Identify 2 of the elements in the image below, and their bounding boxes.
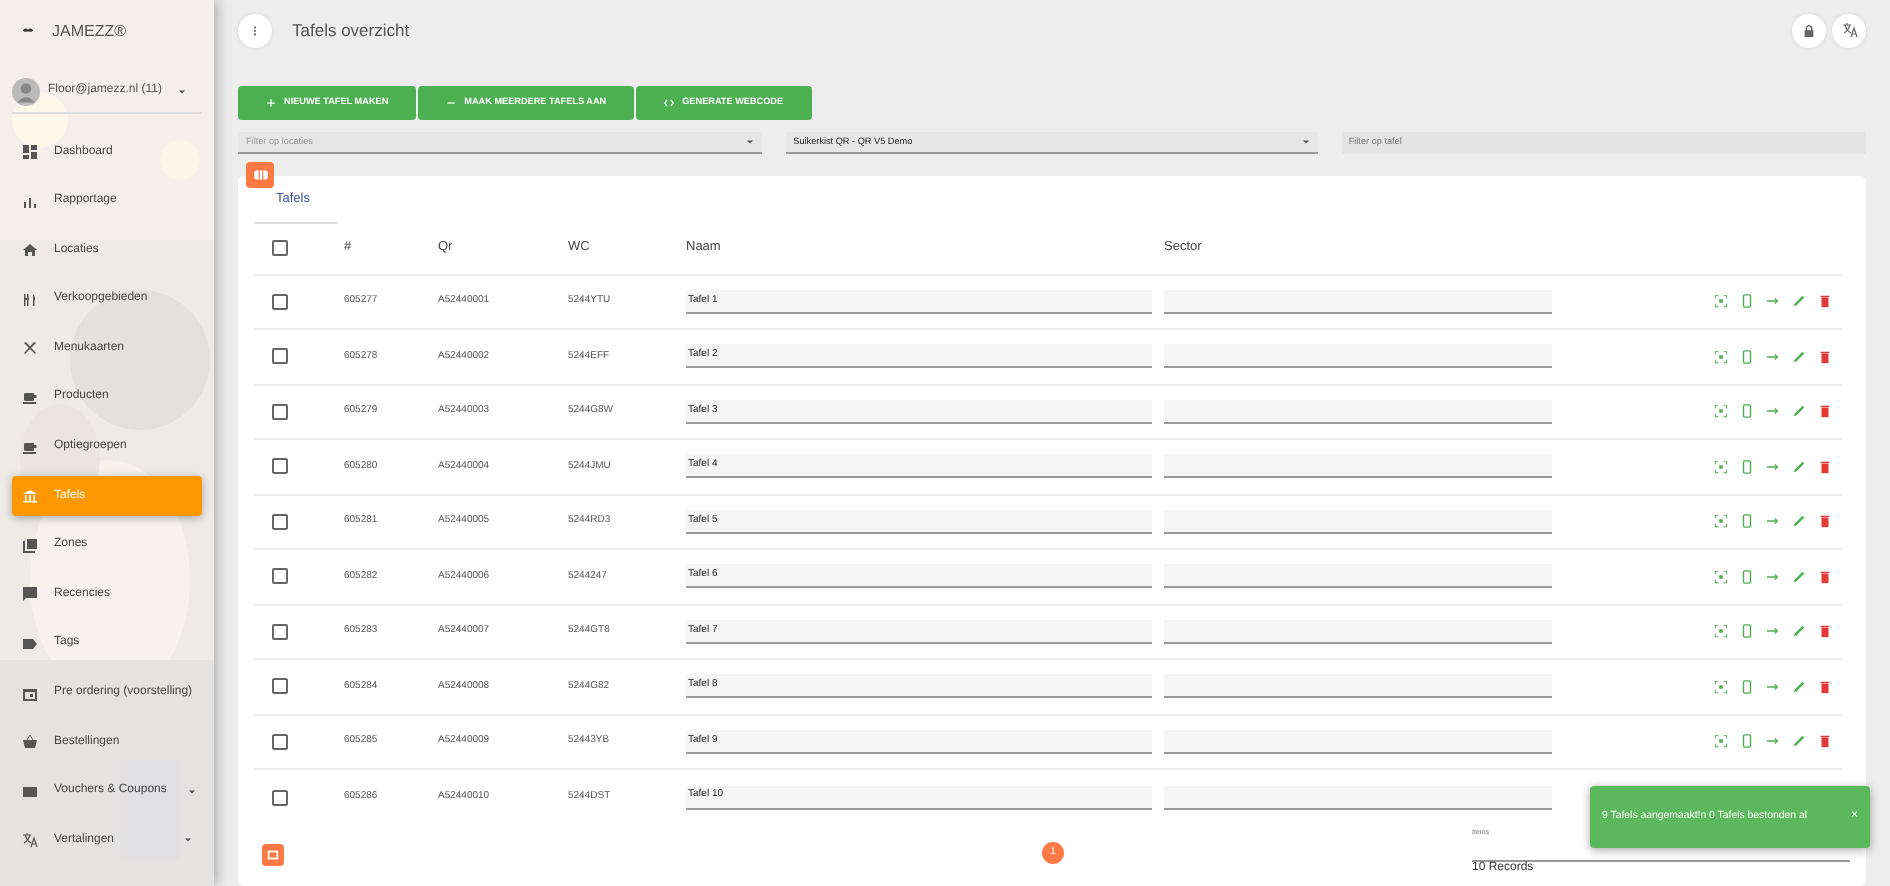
brand-name: JAMEZZ® (52, 19, 127, 43)
page-title: Tafels overzicht (292, 17, 410, 43)
